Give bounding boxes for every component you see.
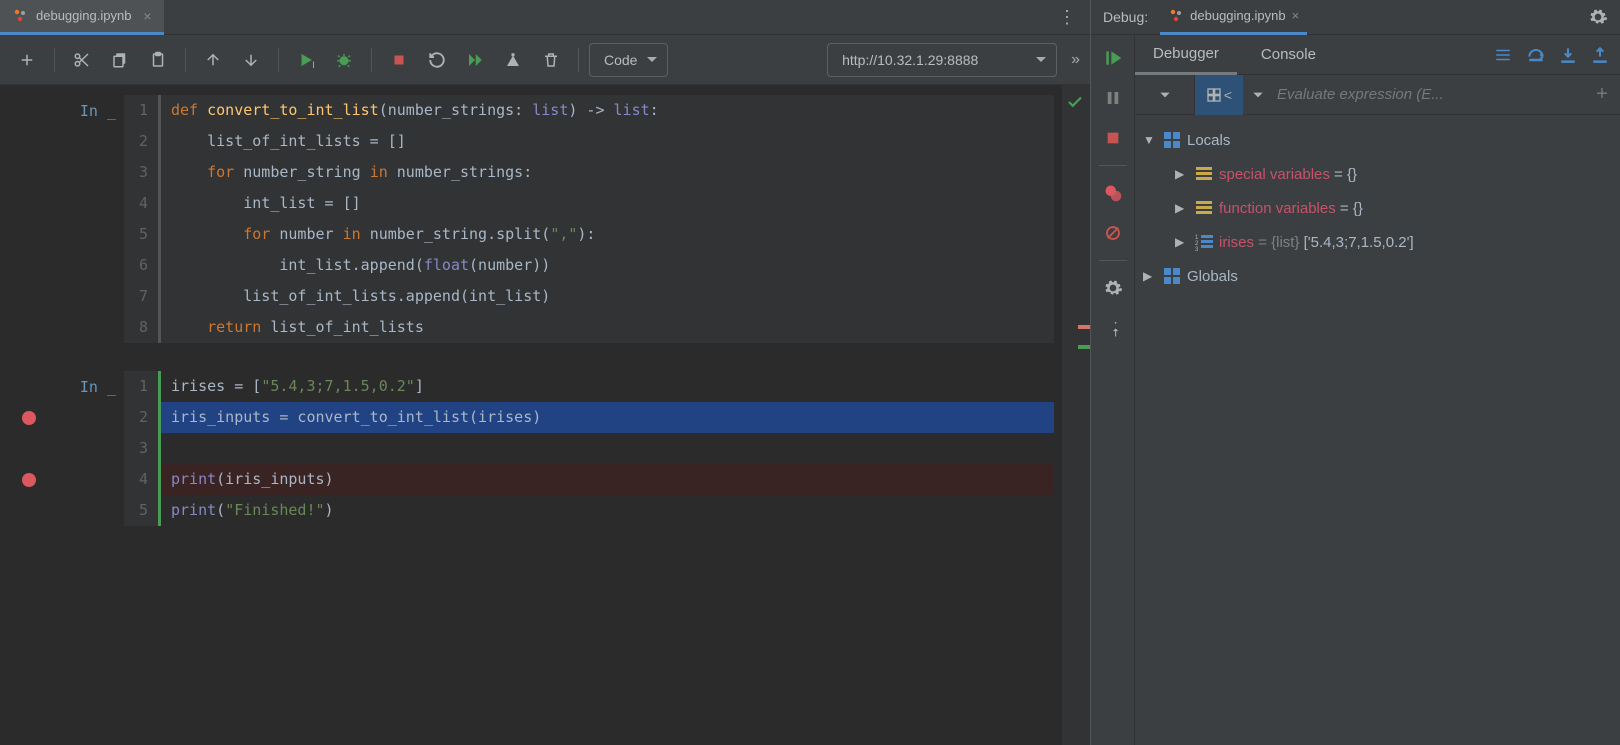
- move-up-button[interactable]: [196, 43, 230, 77]
- code-editor[interactable]: def convert_to_int_list(number_strings: …: [158, 95, 1054, 343]
- breakpoint-icon[interactable]: [22, 411, 36, 425]
- scope-locals[interactable]: ▼ Locals: [1135, 123, 1620, 157]
- error-marker[interactable]: [1078, 325, 1090, 329]
- editor-tab-label: debugging.ipynb: [36, 8, 131, 23]
- close-icon[interactable]: ×: [143, 8, 151, 24]
- editor-tab[interactable]: debugging.ipynb ×: [0, 0, 164, 35]
- variables-tree[interactable]: ▼ Locals ▶ special variables = {} ▶ func…: [1135, 115, 1620, 745]
- overflow-chevron-icon[interactable]: »: [1071, 51, 1080, 69]
- cell-prompt: In _: [54, 371, 124, 526]
- var-function[interactable]: ▶ function variables = {}: [1135, 191, 1620, 225]
- settings-button[interactable]: [1100, 275, 1126, 301]
- chevron-right-icon[interactable]: ▶: [1175, 235, 1189, 249]
- scope-globals[interactable]: ▶ Globals: [1135, 259, 1620, 293]
- line-numbers: 1 2 3 4 5: [124, 371, 158, 526]
- frames-button[interactable]: <: [1195, 75, 1243, 115]
- separator: [278, 48, 279, 72]
- notebook-icon: [12, 8, 28, 24]
- separator: [578, 48, 579, 72]
- code-cell: In _ 1 2 3 4 5 irises = ["5.4,3;7,1.5,0.…: [8, 371, 1054, 526]
- code-cell: In _ 1 2 3 4 5 6 7 8 def convert_to_int_…: [8, 95, 1054, 343]
- breakpoint-icon[interactable]: [22, 473, 36, 487]
- var-special[interactable]: ▶ special variables = {}: [1135, 157, 1620, 191]
- copy-button[interactable]: [103, 43, 137, 77]
- clear-output-button[interactable]: [496, 43, 530, 77]
- chevron-down-icon[interactable]: ▼: [1143, 133, 1157, 147]
- var-irises[interactable]: ▶ 123 irises = {list} ['5.4,3;7,1.5,0.2'…: [1135, 225, 1620, 259]
- group-icon: [1195, 199, 1213, 217]
- pause-button[interactable]: [1100, 85, 1126, 111]
- svg-text:3: 3: [1195, 247, 1199, 251]
- frame-nav[interactable]: [1135, 75, 1195, 114]
- separator: [185, 48, 186, 72]
- delete-button[interactable]: [534, 43, 568, 77]
- layout-icon[interactable]: [1486, 38, 1520, 72]
- ok-marker[interactable]: [1078, 345, 1090, 349]
- server-url-select[interactable]: http://10.32.1.29:8888: [827, 43, 1057, 77]
- add-watch-button[interactable]: +: [1584, 83, 1620, 106]
- gear-icon[interactable]: [1588, 7, 1608, 27]
- cell-type-select[interactable]: Code: [589, 43, 668, 77]
- stop-debug-button[interactable]: [1100, 125, 1126, 151]
- chevron-right-icon[interactable]: ▶: [1175, 167, 1189, 181]
- cell-prompt: In _: [54, 95, 124, 343]
- stop-button[interactable]: [382, 43, 416, 77]
- view-breakpoints-button[interactable]: [1100, 180, 1126, 206]
- separator: [54, 48, 55, 72]
- run-cell-button[interactable]: I: [289, 43, 323, 77]
- list-icon: 123: [1195, 233, 1213, 251]
- debug-panel-title: Debug:: [1103, 9, 1148, 25]
- pin-button[interactable]: [1100, 315, 1126, 341]
- paste-button[interactable]: [141, 43, 175, 77]
- notebook-icon: [1168, 8, 1184, 24]
- scope-icon: [1163, 267, 1181, 285]
- scope-icon: [1163, 131, 1181, 149]
- resume-button[interactable]: [1100, 45, 1126, 71]
- step-out-icon[interactable]: [1590, 45, 1610, 65]
- current-execution-line: iris_inputs = convert_to_int_list(irises…: [161, 402, 1054, 433]
- debug-run-tab-label: debugging.ipynb: [1190, 8, 1285, 23]
- debug-run-tab[interactable]: debugging.ipynb ×: [1160, 0, 1307, 35]
- add-cell-button[interactable]: [10, 43, 44, 77]
- separator: [371, 48, 372, 72]
- line-numbers: 1 2 3 4 5 6 7 8: [124, 95, 158, 343]
- evaluate-expression-input[interactable]: Evaluate expression (E...: [1265, 86, 1584, 103]
- run-all-button[interactable]: [458, 43, 492, 77]
- code-editor[interactable]: irises = ["5.4,3;7,1.5,0.2"] iris_inputs…: [158, 371, 1054, 526]
- move-down-button[interactable]: [234, 43, 268, 77]
- chevron-right-icon[interactable]: ▶: [1143, 269, 1157, 283]
- breakpoint-gutter[interactable]: [8, 95, 54, 343]
- chevron-down-icon[interactable]: [1251, 88, 1265, 102]
- group-icon: [1195, 165, 1213, 183]
- mute-breakpoints-button[interactable]: [1100, 220, 1126, 246]
- debug-cell-button[interactable]: [327, 43, 361, 77]
- check-icon: [1066, 93, 1084, 111]
- chevron-right-icon[interactable]: ▶: [1175, 201, 1189, 215]
- separator: [1099, 260, 1127, 261]
- chevron-down-icon[interactable]: [1158, 88, 1172, 102]
- breakpoint-gutter[interactable]: [8, 371, 54, 526]
- separator: [1099, 165, 1127, 166]
- step-into-icon[interactable]: [1558, 45, 1578, 65]
- close-icon[interactable]: ×: [1292, 8, 1300, 23]
- restart-button[interactable]: [420, 43, 454, 77]
- tab-debugger[interactable]: Debugger: [1135, 35, 1237, 75]
- step-over-icon[interactable]: [1526, 45, 1546, 65]
- cut-button[interactable]: [65, 43, 99, 77]
- kebab-menu-icon[interactable]: ⋮: [1044, 7, 1090, 28]
- tab-console[interactable]: Console: [1243, 35, 1334, 75]
- editor-marker-strip: [1062, 85, 1090, 745]
